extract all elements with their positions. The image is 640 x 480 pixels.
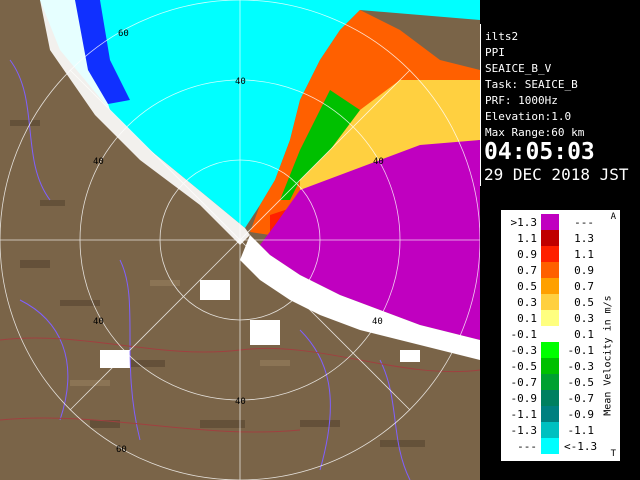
legend-swatch [541,358,559,374]
range-label: 60 [118,29,129,39]
legend-low-value: -1.3 [510,424,538,437]
max-range-value: Max Range:60 km [485,126,585,139]
legend-high-value: 0.1 [574,328,594,341]
legend-high-value: -0.9 [567,408,595,421]
legend-low-value: -0.7 [510,376,538,389]
scan-type: PPI [485,46,505,59]
range-label: 40 [235,77,246,87]
legend-row: >1.3 --- [501,214,620,230]
legend-swatch [541,262,559,278]
legend-swatch [541,326,559,342]
radar-name: ilts2 [485,30,519,43]
legend-swatch [541,230,559,246]
legend-high-value: <-1.3 [564,440,598,453]
legend-high-value: -1.1 [567,424,595,437]
legend-swatch [541,310,559,326]
legend-swatch [541,278,559,294]
legend-low-value: 0.5 [517,280,537,293]
land-echo-patch [250,320,280,345]
scan-time: 04:05:03 [484,139,595,165]
legend-low-value: -1.1 [510,408,538,421]
legend-low-value: >1.3 [510,216,538,229]
land-echo-patch [200,280,230,300]
legend-low-value: 0.7 [517,264,537,277]
range-label: 40 [93,157,104,167]
range-label: 40 [373,157,384,167]
legend-high-value: 0.9 [574,264,594,277]
legend-swatch [541,374,559,390]
legend-low-value: -0.3 [510,344,538,357]
legend-swatch [541,214,559,230]
range-label: 60 [116,445,127,455]
legend-high-value: 0.3 [574,312,594,325]
legend-high-value: 0.5 [574,296,594,309]
legend-high-value: --- [574,216,594,229]
legend-high-value: -0.3 [567,360,595,373]
legend-low-value: -0.9 [510,392,538,405]
legend-swatch [541,390,559,406]
legend-row: 1.1 1.3 [501,230,620,246]
legend-high-value: -0.5 [567,376,595,389]
radar-ppi-display: 60 40 40 40 40 40 40 60 [0,0,480,480]
legend-swatch [541,246,559,262]
velocity-legend: A T >1.3 --- 1.1 1.3 0.9 1.1 0.7 0.9 0.5 0.7 0.3 0.… [500,209,621,462]
radar-info-panel: ilts2 PPI SEAICE_B_V Task: SEAICE_B PRF:… [480,24,640,186]
legend-swatch [541,342,559,358]
legend-low-value: 0.9 [517,248,537,261]
legend-high-value: -0.1 [567,344,595,357]
legend-high-value: 1.3 [574,232,594,245]
legend-low-value: 0.1 [517,312,537,325]
prf-value: PRF: 1000Hz [485,94,558,107]
legend-high-value: 1.1 [574,248,594,261]
legend-low-value: -0.1 [510,328,538,341]
elevation-value: Elevation:1.0 [485,110,572,123]
legend-high-value: -0.7 [567,392,595,405]
legend-swatch [541,294,559,310]
range-label: 40 [372,317,383,327]
legend-low-value: -0.5 [510,360,538,373]
scan-date: 29 DEC 2018 JST [484,165,629,184]
range-label: 40 [235,397,246,407]
legend-high-value: 0.7 [574,280,594,293]
legend-low-value: 0.3 [517,296,537,309]
range-rings [0,0,480,480]
radar-image: 60 40 40 40 40 40 40 60 [0,0,480,480]
legend-swatch [541,438,559,454]
legend-low-value: 1.1 [517,232,537,245]
legend-swatch [541,406,559,422]
legend-title-text: Mean Velocity in m/s [602,295,614,416]
legend-title: Mean Velocity in m/s [598,270,614,460]
product-name: SEAICE_B_V [485,62,552,75]
task-name: Task: SEAICE_B [485,78,578,91]
range-label: 40 [93,317,104,327]
legend-swatch [541,422,559,438]
legend-low-value: --- [517,440,537,453]
legend-row: 0.9 1.1 [501,246,620,262]
land-echo-patch [400,350,420,362]
